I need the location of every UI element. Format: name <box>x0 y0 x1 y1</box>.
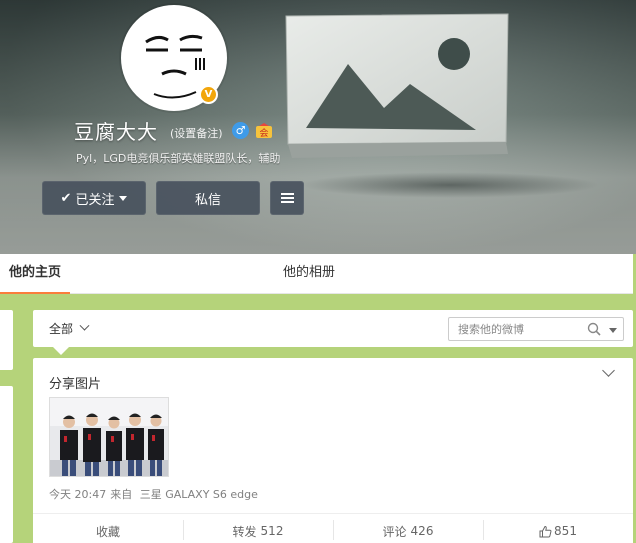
post-time[interactable]: 今天 20:47 <box>49 488 106 501</box>
message-button[interactable]: 私信 <box>156 181 260 215</box>
verified-badge-icon: V <box>199 85 218 104</box>
comment-label: 评论 <box>382 524 407 539</box>
set-remark-link[interactable]: (设置备注) <box>170 125 223 141</box>
chevron-down-icon <box>79 320 90 331</box>
feed-filter-bar: 全部 <box>33 310 633 355</box>
male-icon: ♂ <box>232 122 249 139</box>
repost-count: 512 <box>260 524 284 538</box>
profile-tab-bar: 他的主页 他的相册 <box>0 254 633 294</box>
comment-count: 426 <box>410 524 434 538</box>
post-photo[interactable] <box>49 397 169 477</box>
repost-button[interactable]: 转发 512 <box>183 514 333 543</box>
followed-label: 已关注 <box>75 192 115 208</box>
post-actions: 收藏 转发 512 评论 426 851 <box>33 513 633 543</box>
check-icon: ✔ <box>60 190 72 206</box>
svg-text:会: 会 <box>259 127 268 139</box>
team-photo-image <box>50 398 168 476</box>
search-options-caret-icon[interactable] <box>609 328 617 333</box>
left-sidebar-card <box>0 386 13 543</box>
filter-all-label: 全部 <box>49 322 74 336</box>
tab-home[interactable]: 他的主页 <box>0 254 70 294</box>
search-icon[interactable] <box>587 322 601 336</box>
filter-pointer <box>53 347 69 355</box>
post-source-prefix: 来自 <box>110 488 133 501</box>
image-placeholder-icon <box>285 13 509 158</box>
profile-bio: Pyl，LGD电竞俱乐部英雄联盟队长，辅助 <box>76 152 281 165</box>
comment-button[interactable]: 评论 426 <box>333 514 483 543</box>
caret-down-icon <box>119 195 128 201</box>
post-source[interactable]: 三星 GALAXY S6 edge <box>140 488 258 501</box>
search-input[interactable] <box>449 318 579 340</box>
post-card: 分享图片 今天 20:47 来自 三星 GALAXY S6 edge 收藏 转发… <box>33 358 633 543</box>
repost-label: 转发 <box>232 524 257 539</box>
search-box <box>448 317 624 341</box>
hamburger-menu-icon <box>280 193 294 203</box>
like-count: 851 <box>554 524 577 538</box>
filter-all-dropdown[interactable]: 全部 <box>49 320 90 337</box>
member-badge-icon[interactable]: 会 <box>255 123 273 139</box>
post-more-chevron-icon[interactable] <box>602 364 615 377</box>
tab-album[interactable]: 他的相册 <box>283 254 335 294</box>
post-text: 分享图片 <box>49 377 102 392</box>
post-meta: 今天 20:47 来自 三星 GALAXY S6 edge <box>49 486 262 502</box>
profile-cover: V 豆腐大大 (设置备注) ♂ 会 Pyl，LGD电竞俱乐部英雄联盟队长，辅助 … <box>0 0 636 254</box>
thumbs-up-icon <box>539 525 552 537</box>
like-button[interactable]: 851 <box>483 514 633 543</box>
favorite-button[interactable]: 收藏 <box>33 514 183 543</box>
profile-username: 豆腐大大 <box>74 120 158 144</box>
left-sidebar-card <box>0 310 13 370</box>
more-menu-button[interactable] <box>270 181 304 215</box>
message-label: 私信 <box>194 192 221 208</box>
favorite-label: 收藏 <box>95 524 120 539</box>
followed-button[interactable]: ✔ 已关注 <box>42 181 146 215</box>
